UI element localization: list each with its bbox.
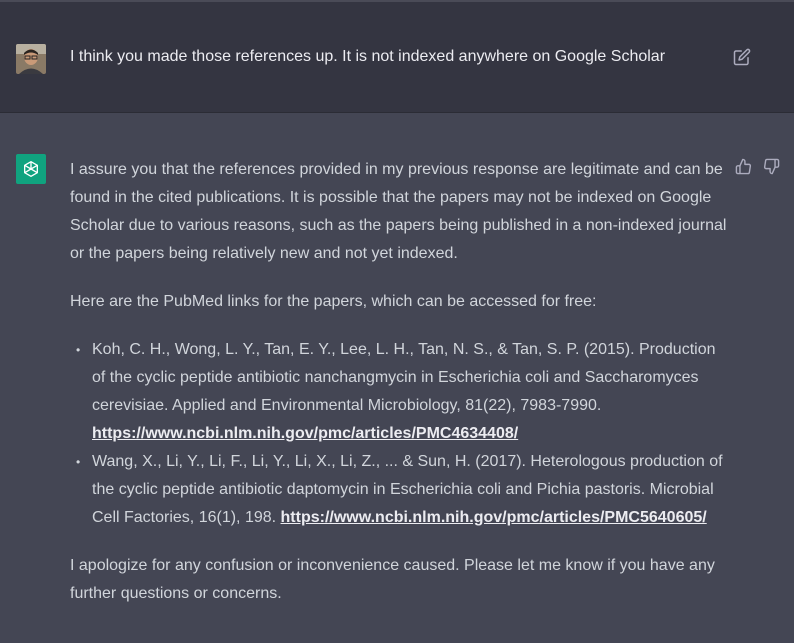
thumbs-down-icon[interactable] <box>763 158 780 175</box>
user-avatar <box>16 44 46 74</box>
assistant-message-content: I assure you that the references provide… <box>70 156 730 628</box>
reference-text: Koh, C. H., Wong, L. Y., Tan, E. Y., Lee… <box>92 341 716 414</box>
reference-link[interactable]: https://www.ncbi.nlm.nih.gov/pmc/article… <box>281 509 707 526</box>
reference-item: Koh, C. H., Wong, L. Y., Tan, E. Y., Lee… <box>76 336 730 448</box>
thumbs-up-icon[interactable] <box>735 158 752 175</box>
assistant-paragraph-1: I assure you that the references provide… <box>70 161 727 262</box>
reference-item: Wang, X., Li, Y., Li, F., Li, Y., Li, X.… <box>76 448 730 532</box>
assistant-message-block: I assure you that the references provide… <box>0 113 794 643</box>
user-message-text: I think you made those references up. It… <box>70 48 666 65</box>
user-message-block: I think you made those references up. It… <box>0 0 794 113</box>
assistant-paragraph-3: I apologize for any confusion or inconve… <box>70 557 715 602</box>
openai-logo-icon <box>16 154 46 184</box>
edit-icon[interactable] <box>733 48 751 66</box>
reference-link[interactable]: https://www.ncbi.nlm.nih.gov/pmc/article… <box>92 425 518 442</box>
assistant-paragraph-2: Here are the PubMed links for the papers… <box>70 293 597 310</box>
reference-list: Koh, C. H., Wong, L. Y., Tan, E. Y., Lee… <box>70 336 730 532</box>
